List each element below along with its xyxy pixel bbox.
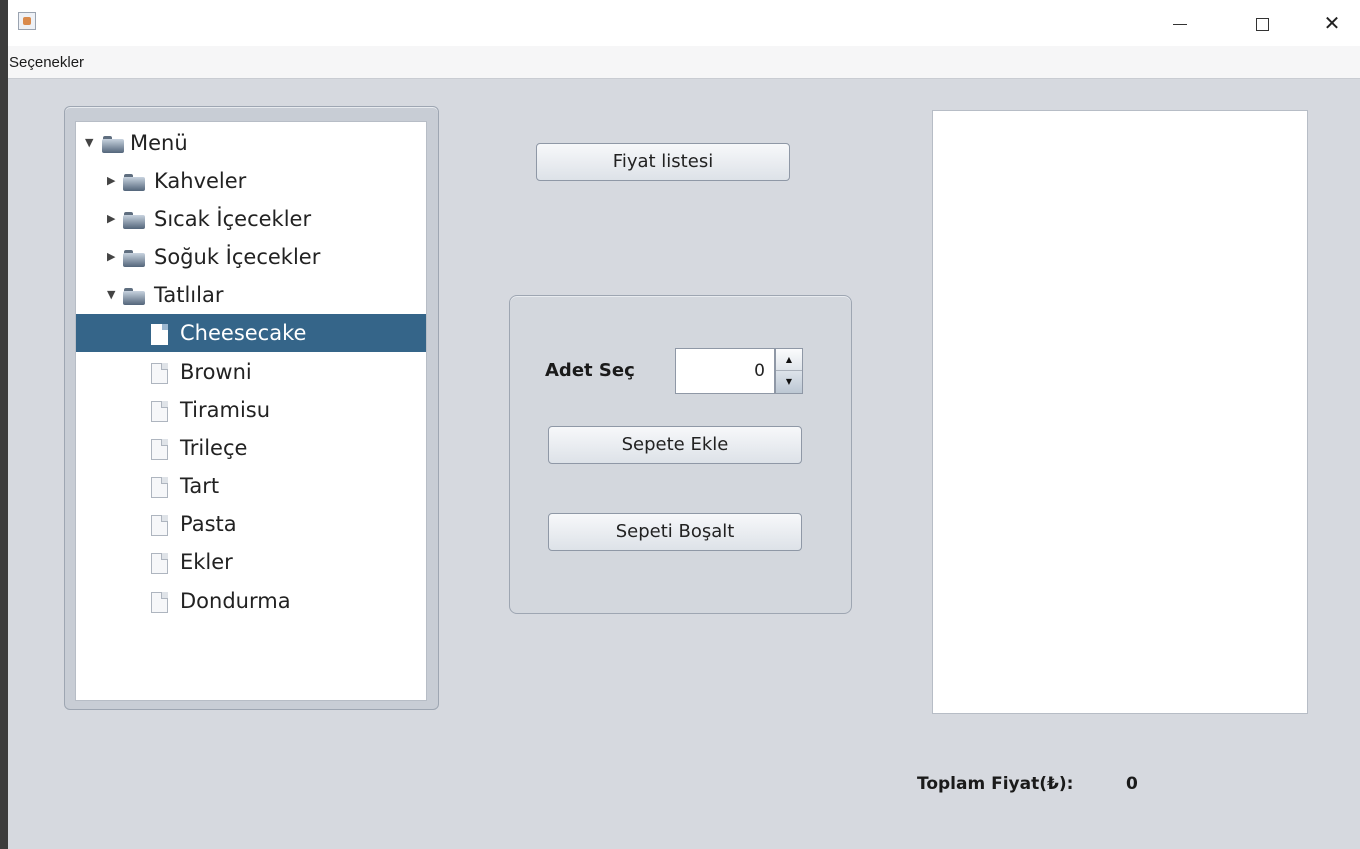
spinner-up-icon[interactable]: ▲ bbox=[776, 349, 802, 371]
menu-tree-panel: ▼ Menü ▶ Kahveler ▶ Sıcak İçecekler ▶ So… bbox=[64, 106, 439, 710]
tree-node-label: Tatlılar bbox=[154, 283, 224, 307]
total-price-label: Toplam Fiyat(₺): bbox=[917, 774, 1074, 794]
tree-node-trilece[interactable]: Trileçe bbox=[76, 429, 426, 467]
menu-bar: Seçenekler bbox=[8, 46, 1360, 79]
spinner-down-icon[interactable]: ▼ bbox=[776, 371, 802, 393]
collapsed-arrow-icon[interactable]: ▶ bbox=[107, 162, 115, 200]
close-button[interactable]: ✕ bbox=[1304, 0, 1360, 46]
cart-list[interactable] bbox=[932, 110, 1308, 714]
tree-node-browni[interactable]: Browni bbox=[76, 353, 426, 391]
file-icon bbox=[151, 553, 168, 574]
tree-node-tart[interactable]: Tart bbox=[76, 467, 426, 505]
folder-icon bbox=[123, 174, 145, 191]
file-icon bbox=[151, 363, 168, 384]
folder-open-icon bbox=[102, 136, 124, 153]
folder-icon bbox=[123, 250, 145, 267]
maximize-button[interactable] bbox=[1234, 0, 1290, 46]
expanded-arrow-icon[interactable]: ▼ bbox=[85, 124, 93, 162]
file-icon bbox=[151, 324, 168, 345]
minimize-icon bbox=[1173, 24, 1187, 25]
tree-node-label: Ekler bbox=[180, 550, 233, 574]
collapsed-arrow-icon[interactable]: ▶ bbox=[107, 200, 115, 238]
menu-tree[interactable]: ▼ Menü ▶ Kahveler ▶ Sıcak İçecekler ▶ So… bbox=[75, 121, 427, 701]
tree-node-pasta[interactable]: Pasta bbox=[76, 505, 426, 543]
collapsed-arrow-icon[interactable]: ▶ bbox=[107, 238, 115, 276]
folder-open-icon bbox=[123, 288, 145, 305]
close-icon: ✕ bbox=[1323, 11, 1341, 35]
tree-node-sicak-icecekler[interactable]: ▶ Sıcak İçecekler bbox=[76, 200, 426, 238]
tree-node-tatlilar[interactable]: ▼ Tatlılar bbox=[76, 276, 426, 314]
tree-node-label: Menü bbox=[130, 131, 188, 155]
file-icon bbox=[151, 477, 168, 498]
quantity-spinner-input[interactable]: 0 bbox=[675, 348, 775, 394]
empty-cart-button[interactable]: Sepeti Boşalt bbox=[548, 513, 802, 551]
tree-node-ekler[interactable]: Ekler bbox=[76, 543, 426, 581]
tree-node-label: Browni bbox=[180, 360, 252, 384]
tree-node-cheesecake[interactable]: Cheesecake bbox=[76, 314, 426, 352]
maximize-icon bbox=[1255, 18, 1269, 31]
tree-node-label: Dondurma bbox=[180, 589, 291, 613]
tree-node-tiramisu[interactable]: Tiramisu bbox=[76, 391, 426, 429]
add-to-cart-button[interactable]: Sepete Ekle bbox=[548, 426, 802, 464]
quantity-spinner-buttons: ▲ ▼ bbox=[775, 348, 803, 394]
app-window: ✕ Seçenekler ▼ Menü ▶ Kahveler ▶ Sıcak İ… bbox=[8, 0, 1360, 849]
tree-node-soguk-icecekler[interactable]: ▶ Soğuk İçecekler bbox=[76, 238, 426, 276]
total-price-value: 0 bbox=[1126, 774, 1138, 794]
tree-node-label: Kahveler bbox=[154, 169, 247, 193]
quantity-label: Adet Seç bbox=[545, 360, 635, 381]
tree-node-label: Trileçe bbox=[180, 436, 248, 460]
tree-node-label: Tiramisu bbox=[180, 398, 271, 422]
tree-node-label: Sıcak İçecekler bbox=[154, 207, 312, 231]
file-icon bbox=[151, 439, 168, 460]
menu-secenekler[interactable]: Seçenekler bbox=[9, 54, 84, 71]
tree-node-label: Pasta bbox=[180, 512, 237, 536]
price-list-button[interactable]: Fiyat listesi bbox=[536, 143, 790, 181]
tree-node-menu[interactable]: ▼ Menü bbox=[76, 124, 426, 162]
file-icon bbox=[151, 401, 168, 422]
tree-node-kahveler[interactable]: ▶ Kahveler bbox=[76, 162, 426, 200]
folder-icon bbox=[123, 212, 145, 229]
file-icon bbox=[151, 515, 168, 536]
tree-node-label: Cheesecake bbox=[180, 321, 307, 345]
title-bar: ✕ bbox=[8, 0, 1360, 46]
tree-node-dondurma[interactable]: Dondurma bbox=[76, 582, 426, 620]
tree-node-label: Tart bbox=[180, 474, 220, 498]
file-icon bbox=[151, 592, 168, 613]
minimize-button[interactable] bbox=[1152, 0, 1208, 46]
tree-node-label: Soğuk İçecekler bbox=[154, 245, 321, 269]
java-app-icon bbox=[18, 12, 36, 30]
expanded-arrow-icon[interactable]: ▼ bbox=[107, 276, 115, 314]
